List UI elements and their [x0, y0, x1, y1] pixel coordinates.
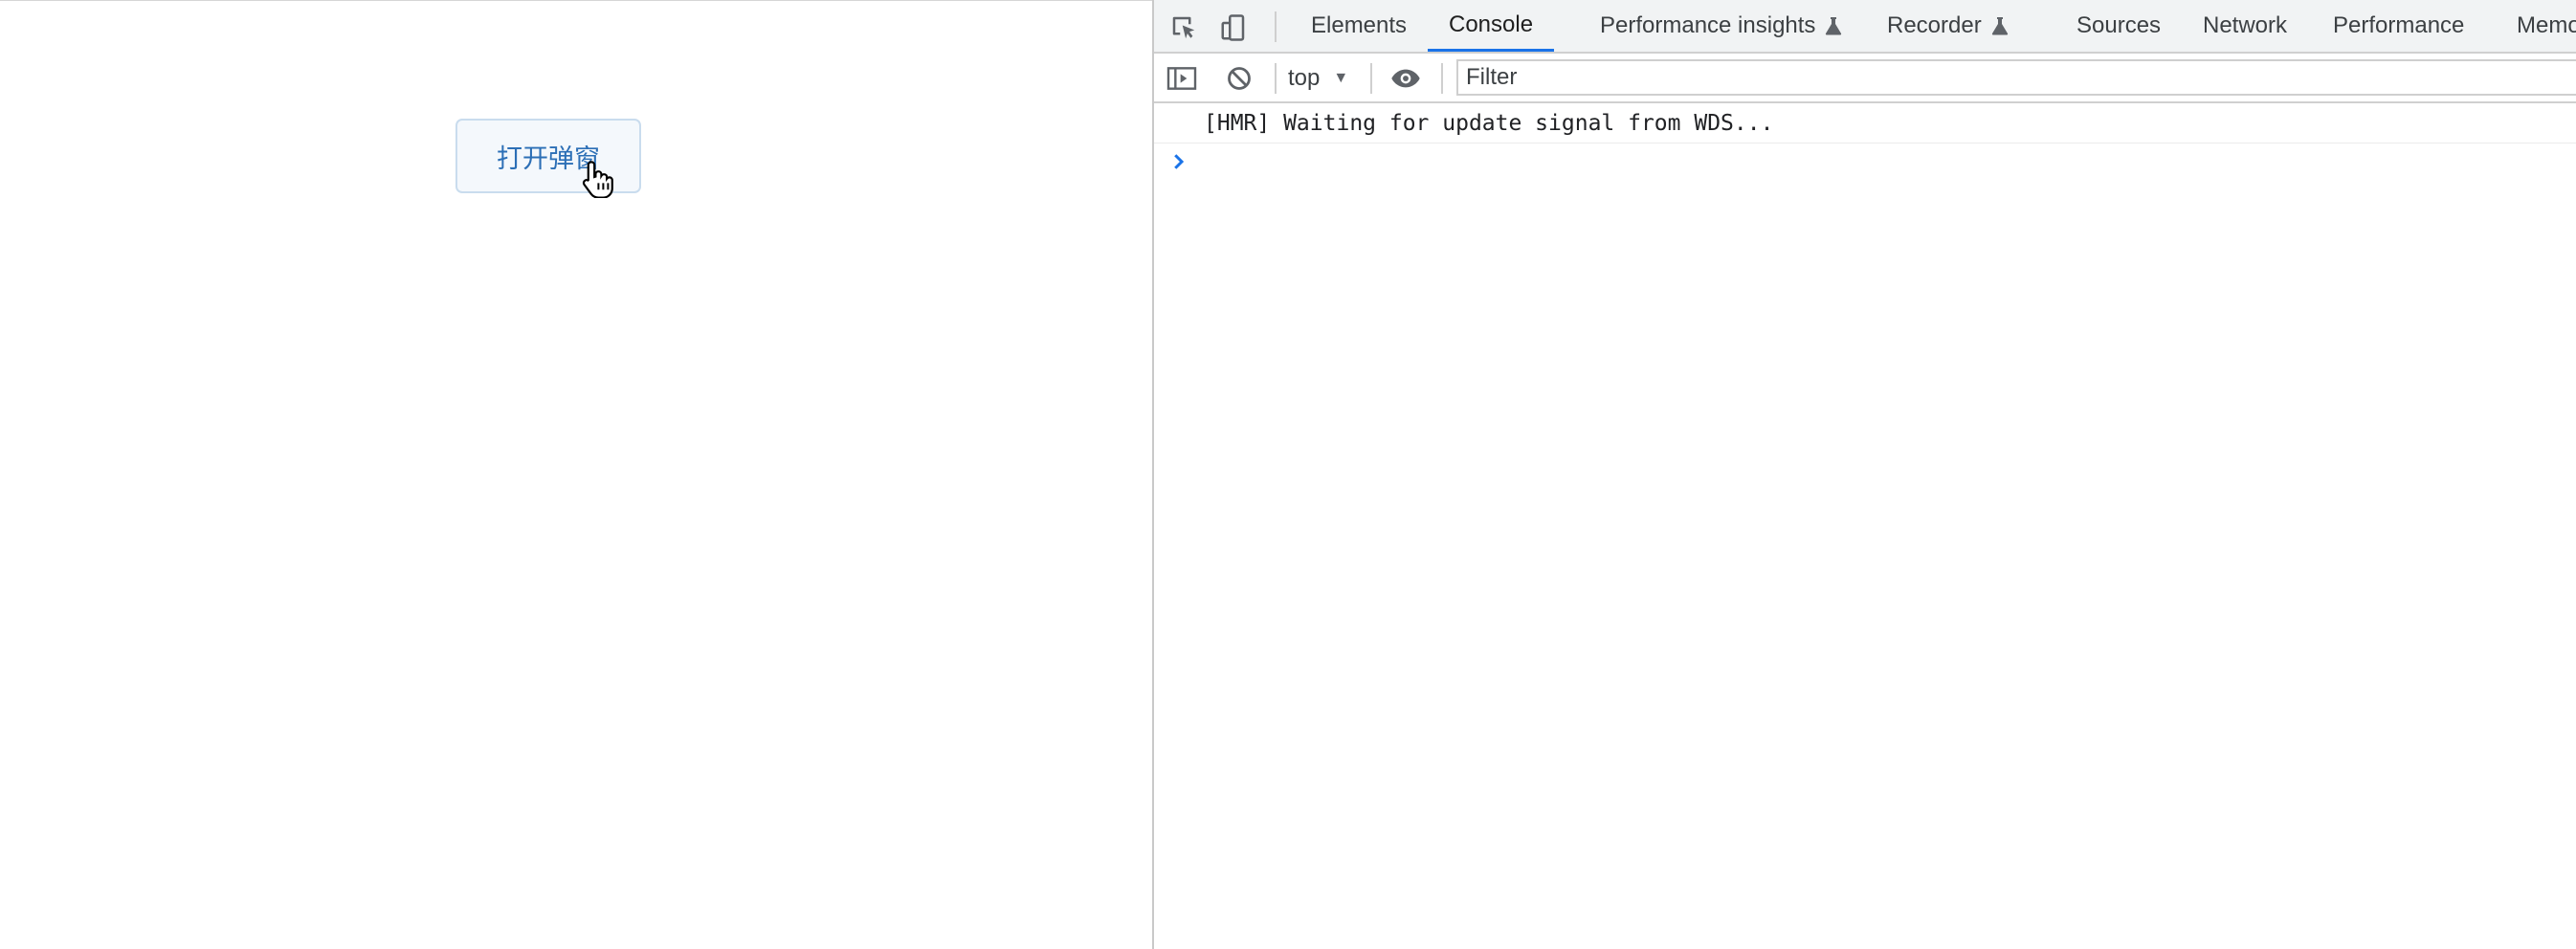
context-selector-value: top [1288, 65, 1321, 91]
tab-performance[interactable]: Performance [2312, 0, 2485, 52]
toolbar-separator [1275, 11, 1277, 42]
device-toolbar-icon[interactable] [1217, 11, 1250, 44]
experiment-flask-icon [1991, 17, 2008, 35]
experiment-flask-icon [1826, 17, 1842, 35]
tab-network[interactable]: Network [2182, 0, 2308, 52]
toolbar-separator [1441, 63, 1443, 94]
console-message: [HMR] Waiting for update signal from WDS… [1154, 103, 2576, 143]
tab-performance-insights[interactable]: Performance insights [1579, 0, 1863, 52]
chevron-right-icon [1174, 154, 1185, 169]
live-expression-icon[interactable] [1389, 62, 1422, 95]
dropdown-caret-icon: ▼ [1333, 70, 1349, 86]
tab-sources[interactable]: Sources [2055, 0, 2182, 52]
toolbar-separator [1275, 63, 1277, 94]
context-selector[interactable]: top ▼ [1288, 61, 1348, 96]
tab-elements[interactable]: Elements [1290, 0, 1428, 52]
show-sidebar-icon[interactable] [1166, 62, 1198, 95]
tab-recorder[interactable]: Recorder [1866, 0, 2030, 52]
tab-memory[interactable]: Memo [2496, 0, 2576, 52]
screen: 打开弹窗 Elements Console Performance insigh… [0, 0, 2576, 949]
console-prompt[interactable] [1154, 143, 2576, 180]
inspect-element-icon[interactable] [1167, 11, 1200, 44]
tab-console[interactable]: Console [1428, 0, 1555, 52]
toolbar-separator [1370, 63, 1372, 94]
page-viewport: 打开弹窗 [0, 0, 1152, 949]
devtools-tabbar: Elements Console Performance insights Re… [1154, 0, 2576, 54]
clear-console-icon[interactable] [1223, 62, 1255, 95]
hand-cursor-icon [582, 161, 613, 198]
devtools-panel: Elements Console Performance insights Re… [1152, 0, 2576, 949]
filter-input[interactable] [1456, 59, 2576, 96]
tab-performance-insights-label: Performance insights [1600, 12, 1816, 38]
console-messages: [HMR] Waiting for update signal from WDS… [1154, 103, 2576, 180]
tab-recorder-label: Recorder [1887, 12, 1982, 38]
console-toolbar: top ▼ [1154, 54, 2576, 103]
